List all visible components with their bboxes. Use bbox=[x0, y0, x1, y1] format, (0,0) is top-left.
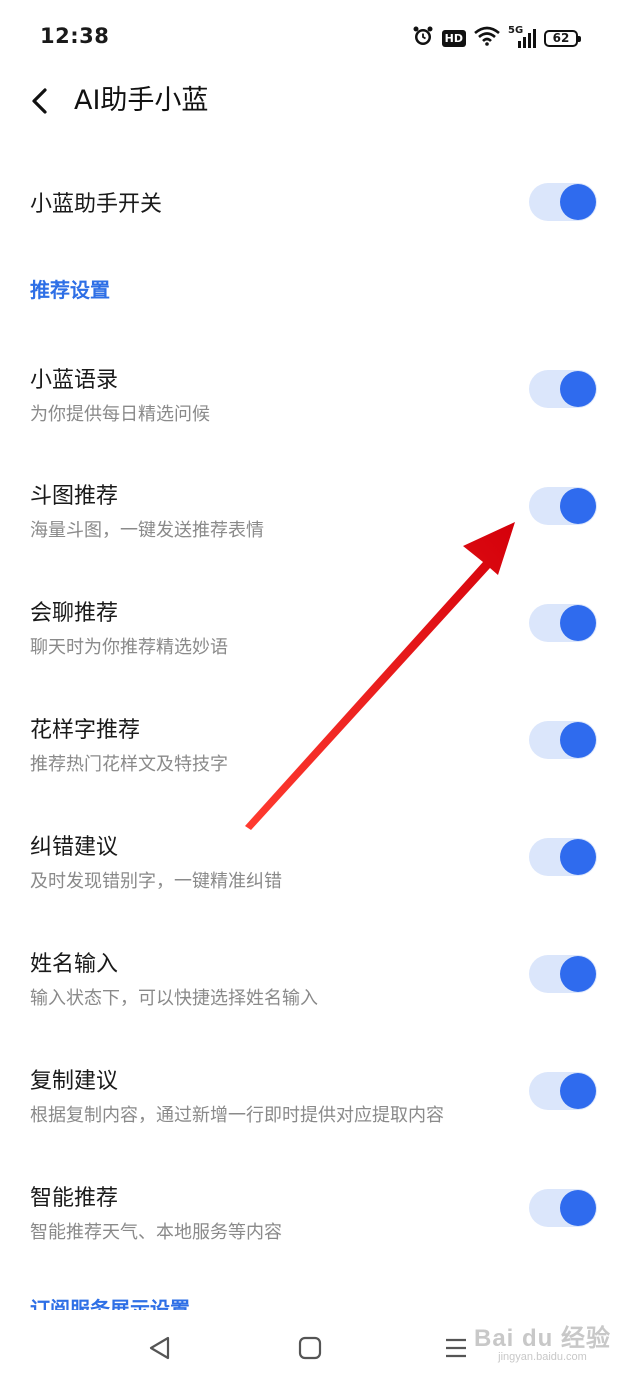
sticker-toggle[interactable] bbox=[529, 487, 597, 525]
setting-row-chat[interactable]: 会聊推荐 聊天时为你推荐精选妙语 bbox=[0, 589, 620, 689]
master-switch-label: 小蓝助手开关 bbox=[30, 192, 163, 217]
name-input-toggle[interactable] bbox=[529, 955, 597, 993]
battery-icon: 62 bbox=[544, 29, 581, 47]
toggle-knob bbox=[560, 1190, 596, 1226]
section-header-subscription: 订阅服务展示设置 bbox=[30, 1297, 190, 1310]
menu-lines-icon bbox=[446, 1338, 466, 1358]
status-icons: HD 5G 62 bbox=[412, 24, 581, 52]
hd-badge: HD bbox=[441, 29, 466, 47]
setting-title: 智能推荐 bbox=[30, 1186, 119, 1211]
setting-row-sticker[interactable]: 斗图推荐 海量斗图，一键发送推荐表情 bbox=[0, 472, 620, 572]
setting-row-fancy-text[interactable]: 花样字推荐 推荐热门花样文及特技字 bbox=[0, 706, 620, 806]
setting-row-smart[interactable]: 智能推荐 智能推荐天气、本地服务等内容 bbox=[0, 1174, 620, 1274]
setting-subtitle: 智能推荐天气、本地服务等内容 bbox=[30, 1222, 282, 1243]
baidu-watermark: Bai du 经验 jingyan.baidu.com bbox=[474, 1318, 611, 1363]
back-button[interactable] bbox=[24, 82, 56, 120]
page-title: AI助手小蓝 bbox=[74, 85, 209, 116]
toggle-knob bbox=[560, 605, 596, 641]
nav-back-button[interactable] bbox=[142, 1330, 178, 1366]
toggle-knob bbox=[560, 488, 596, 524]
status-bar: 12:38 HD 5G 62 bbox=[0, 0, 620, 76]
toggle-knob bbox=[560, 184, 596, 220]
alarm-icon bbox=[412, 25, 434, 51]
nav-home-button[interactable] bbox=[292, 1330, 328, 1366]
watermark-main: Bai du 经验 bbox=[474, 1325, 612, 1352]
back-triangle-icon bbox=[149, 1336, 170, 1360]
battery-level: 62 bbox=[552, 31, 570, 45]
setting-subtitle: 推荐热门花样文及特技字 bbox=[30, 754, 228, 775]
master-switch-row[interactable]: 小蓝助手开关 bbox=[0, 160, 620, 244]
setting-subtitle: 为你提供每日精选问候 bbox=[30, 404, 210, 425]
setting-row-correction[interactable]: 纠错建议 及时发现错别字，一键精准纠错 bbox=[0, 823, 620, 923]
toggle-knob bbox=[560, 839, 596, 875]
correction-toggle[interactable] bbox=[529, 838, 597, 876]
wifi-icon bbox=[474, 26, 500, 50]
home-square-icon bbox=[298, 1336, 322, 1360]
smart-toggle[interactable] bbox=[529, 1189, 597, 1227]
setting-title: 花样字推荐 bbox=[30, 718, 141, 743]
setting-subtitle: 输入状态下，可以快捷选择姓名输入 bbox=[30, 988, 318, 1009]
setting-title: 会聊推荐 bbox=[30, 601, 119, 626]
setting-title: 姓名输入 bbox=[30, 952, 119, 977]
setting-title: 小蓝语录 bbox=[30, 368, 119, 393]
setting-row-name-input[interactable]: 姓名输入 输入状态下，可以快捷选择姓名输入 bbox=[0, 940, 620, 1040]
toggle-knob bbox=[560, 371, 596, 407]
setting-row-quotes[interactable]: 小蓝语录 为你提供每日精选问候 bbox=[0, 356, 620, 456]
setting-title: 复制建议 bbox=[30, 1069, 119, 1094]
setting-subtitle: 海量斗图，一键发送推荐表情 bbox=[30, 520, 264, 541]
setting-title: 纠错建议 bbox=[30, 835, 119, 860]
setting-title: 斗图推荐 bbox=[30, 484, 119, 509]
nav-menu-button[interactable] bbox=[438, 1330, 474, 1366]
setting-subtitle: 及时发现错别字，一键精准纠错 bbox=[30, 871, 282, 892]
copy-toggle[interactable] bbox=[529, 1072, 597, 1110]
setting-subtitle: 聊天时为你推荐精选妙语 bbox=[30, 637, 228, 658]
master-switch-toggle[interactable] bbox=[529, 183, 597, 221]
page-header: AI助手小蓝 bbox=[0, 76, 620, 126]
status-time: 12:38 bbox=[40, 24, 110, 48]
section-header-recommend: 推荐设置 bbox=[30, 278, 110, 302]
signal-icon: 5G bbox=[508, 25, 536, 49]
quotes-toggle[interactable] bbox=[529, 370, 597, 408]
fancy-text-toggle[interactable] bbox=[529, 721, 597, 759]
toggle-knob bbox=[560, 1073, 596, 1109]
toggle-knob bbox=[560, 722, 596, 758]
setting-row-copy[interactable]: 复制建议 根据复制内容，通过新增一行即时提供对应提取内容 bbox=[0, 1057, 620, 1157]
chevron-left-icon bbox=[32, 88, 47, 114]
chat-toggle[interactable] bbox=[529, 604, 597, 642]
toggle-knob bbox=[560, 956, 596, 992]
setting-subtitle: 根据复制内容，通过新增一行即时提供对应提取内容 bbox=[30, 1105, 444, 1126]
